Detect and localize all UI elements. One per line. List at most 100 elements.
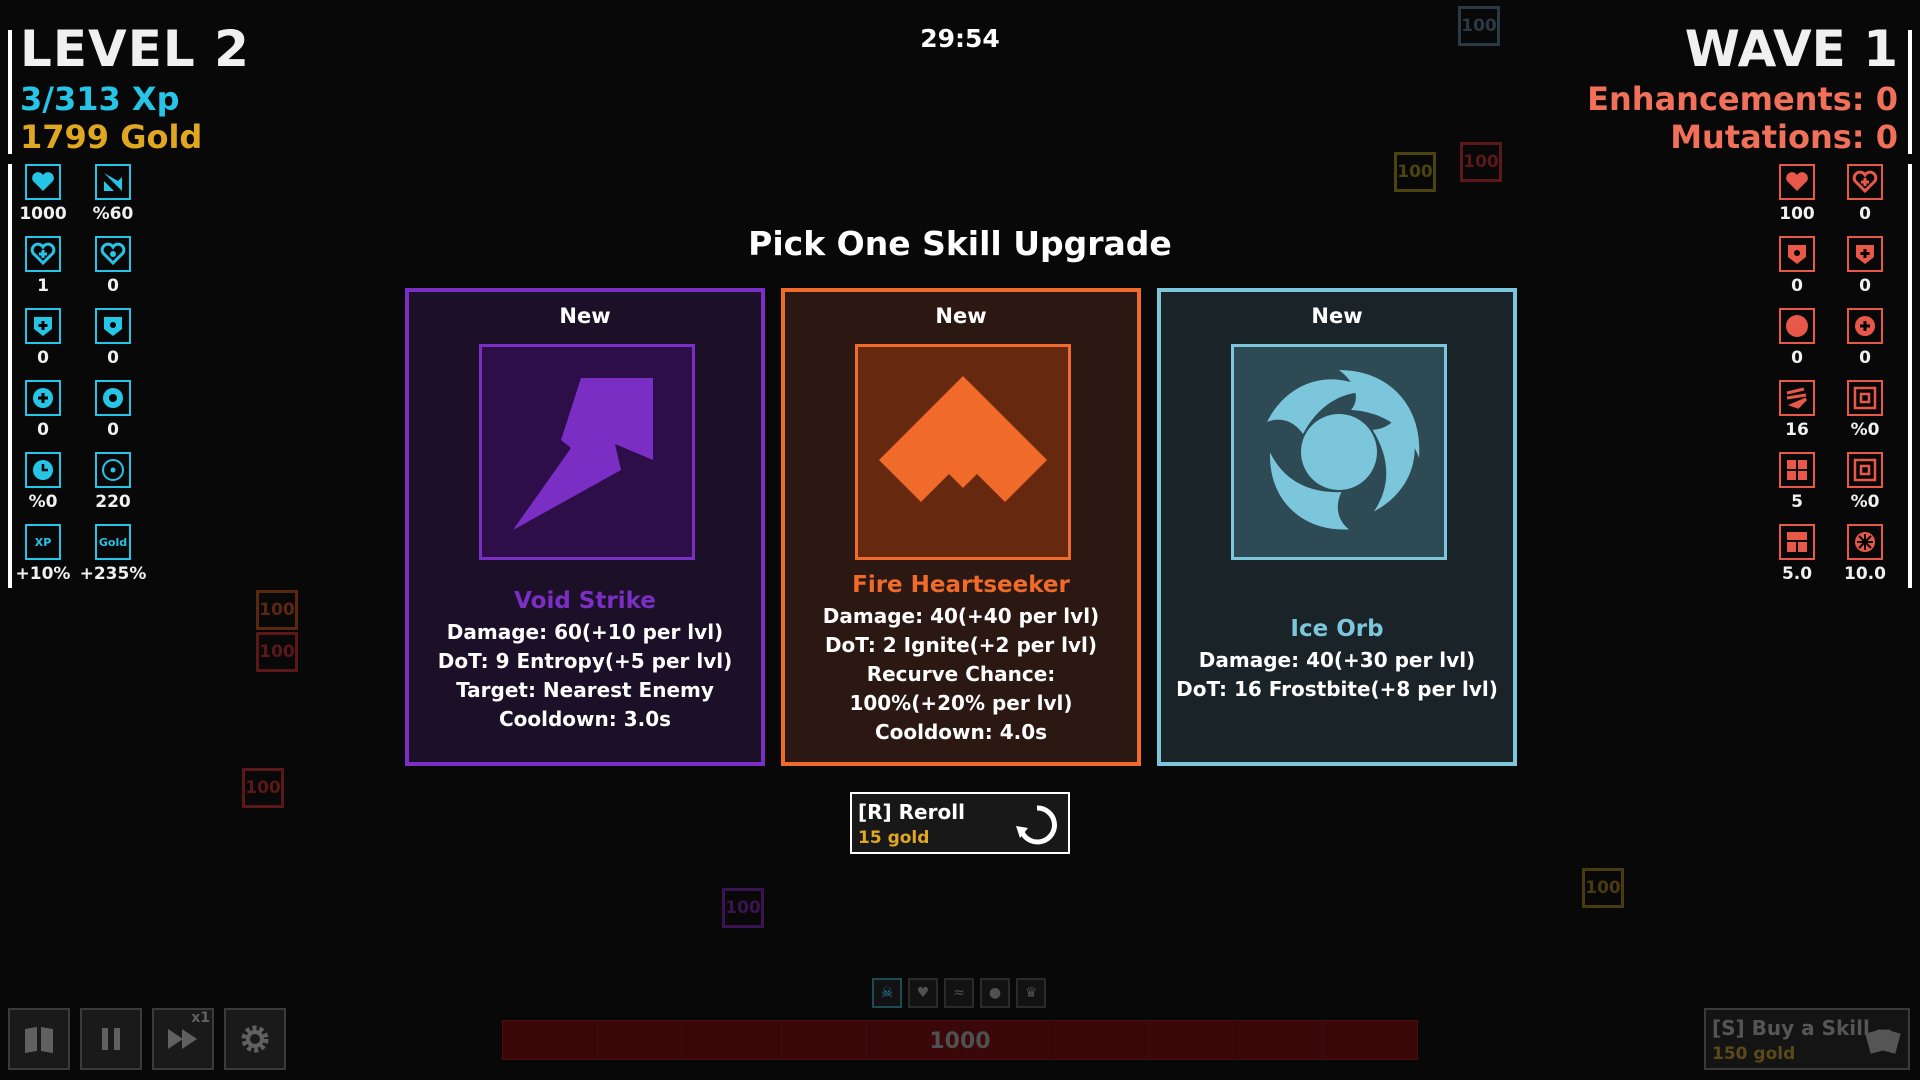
grid-split-icon: [1779, 524, 1815, 560]
stat-circle-plus[interactable]: 0: [9, 380, 77, 440]
stat-grid-split[interactable]: 5.0: [1763, 524, 1831, 584]
stat-square-target[interactable]: %0: [1831, 380, 1899, 440]
circle-icon: [1779, 308, 1815, 344]
skill-name: Fire Heartseeker: [852, 572, 1070, 598]
heart-plus-icon: [1847, 164, 1883, 200]
stat-heart-plus[interactable]: 0: [1831, 164, 1899, 224]
game-timer: 29:54: [920, 24, 1000, 53]
stat-circle[interactable]: 0: [1763, 308, 1831, 368]
stat-speed[interactable]: 16: [1763, 380, 1831, 440]
skill-card-ice-orb[interactable]: New Ice Orb Damage: 40(+30 per lvl) DoT:…: [1157, 288, 1517, 766]
stat-value: 220: [95, 492, 131, 512]
reroll-label: [R] Reroll: [858, 800, 965, 824]
pause-icon: [102, 1028, 120, 1050]
stat-spiky-orb[interactable]: 10.0: [1831, 524, 1899, 584]
skill-name: Ice Orb: [1290, 616, 1384, 642]
stat-value: 0: [107, 420, 119, 440]
enemy-marker: 100: [1582, 868, 1624, 908]
speed-arrow-icon: [95, 164, 131, 200]
enhancements-label: Enhancements: 0: [1587, 80, 1898, 118]
ice-orb-icon: [1231, 344, 1447, 560]
modal-title: Pick One Skill Upgrade: [748, 224, 1172, 263]
mutation-slot-icon: ≈: [944, 978, 974, 1008]
stat-value: 0: [107, 276, 119, 296]
cards-icon: [1865, 1029, 1901, 1054]
reroll-cost: 15 gold: [858, 828, 930, 848]
enemy-marker: 100: [722, 888, 764, 928]
stat-shield-plus[interactable]: 0: [9, 308, 77, 368]
enemy-marker: 100: [1458, 6, 1500, 46]
mutations-label: Mutations: 0: [1670, 118, 1898, 156]
speed-button[interactable]: x1: [152, 1008, 214, 1070]
skill-card-void-strike[interactable]: New Void Strike Damage: 60(+10 per lvl) …: [405, 288, 765, 766]
circle-plus-icon: [25, 380, 61, 416]
stat-value: 0: [1859, 348, 1871, 368]
stat-value: 1000: [19, 204, 67, 224]
stat-value: 10.0: [1844, 564, 1886, 584]
stat-value: 0: [37, 420, 49, 440]
enemy-marker: 100: [1394, 152, 1436, 192]
stat-grid[interactable]: 5: [1763, 452, 1831, 512]
heart-icon: [1779, 164, 1815, 200]
mutation-slot-icon: ☠: [872, 978, 902, 1008]
stat-clock[interactable]: %0: [9, 452, 77, 512]
square-target-icon: [1847, 452, 1883, 488]
stat-value: +235%: [79, 564, 147, 584]
gold-label: 1799 Gold: [20, 118, 203, 156]
stat-gold[interactable]: Gold +235%: [79, 524, 147, 584]
stat-ring[interactable]: 0: [79, 380, 147, 440]
stat-value: 0: [1791, 348, 1803, 368]
ring-icon: [95, 380, 131, 416]
xp-label: 3/313 Xp: [20, 80, 180, 118]
fast-forward-icon: [168, 1029, 197, 1049]
hud-right-accent: [1908, 30, 1912, 154]
pause-button[interactable]: [80, 1008, 142, 1070]
heart-icon: [25, 164, 61, 200]
mutation-slot-icon: ●: [980, 978, 1010, 1008]
wave-label: WAVE 1: [1684, 20, 1898, 78]
square-target-icon: [1847, 380, 1883, 416]
buy-skill-button[interactable]: [S] Buy a Skill 150 gold: [1704, 1008, 1910, 1070]
reroll-button[interactable]: [R] Reroll 15 gold: [850, 792, 1070, 854]
stat-xp[interactable]: XP +10%: [9, 524, 77, 584]
stat-value: %60: [92, 204, 134, 224]
stat-value: 5.0: [1781, 564, 1813, 584]
stat-square-target[interactable]: %0: [1831, 452, 1899, 512]
stat-value: 16: [1785, 420, 1809, 440]
speed-icon: [1779, 380, 1815, 416]
speed-multiplier: x1: [191, 1010, 210, 1026]
stat-circle-plus[interactable]: 0: [1831, 308, 1899, 368]
enemy-marker: 100: [256, 590, 298, 630]
gold-icon: Gold: [95, 524, 131, 560]
new-tag: New: [935, 304, 987, 328]
xp-icon: XP: [25, 524, 61, 560]
stat-value: %0: [28, 492, 58, 512]
stat-heart[interactable]: 100: [1763, 164, 1831, 224]
enemy-marker: 100: [256, 632, 298, 672]
enemy-marker: 100: [242, 768, 284, 808]
target-icon: [95, 452, 131, 488]
stat-value: +10%: [15, 564, 71, 584]
gear-icon: [241, 1025, 269, 1053]
skill-name: Void Strike: [514, 588, 656, 614]
skill-card-fire-heartseeker[interactable]: New Fire Heartseeker Damage: 40(+40 per …: [781, 288, 1141, 766]
refresh-icon: [1016, 805, 1057, 845]
mutation-slot-icon: ♛: [1016, 978, 1046, 1008]
buy-skill-cost: 150 gold: [1712, 1044, 1796, 1064]
buy-skill-label: [S] Buy a Skill: [1712, 1016, 1870, 1040]
circle-plus-icon: [1847, 308, 1883, 344]
shield-icon: [95, 308, 131, 344]
stat-value: 0: [37, 348, 49, 368]
base-health-value: 1000: [929, 1029, 991, 1054]
settings-button[interactable]: [224, 1008, 286, 1070]
stat-shield[interactable]: 0: [79, 308, 147, 368]
stat-target[interactable]: 220: [79, 452, 147, 512]
spiky-orb-icon: [1847, 524, 1883, 560]
mutation-slot-icon: ♥: [908, 978, 938, 1008]
stat-speed-arrow[interactable]: %60: [79, 164, 147, 224]
stat-heart[interactable]: 1000: [9, 164, 77, 224]
codex-button[interactable]: [8, 1008, 70, 1070]
fire-heartseeker-icon: [855, 344, 1071, 560]
base-health-bar: 1000: [502, 1020, 1418, 1060]
shield-plus-icon: [25, 308, 61, 344]
